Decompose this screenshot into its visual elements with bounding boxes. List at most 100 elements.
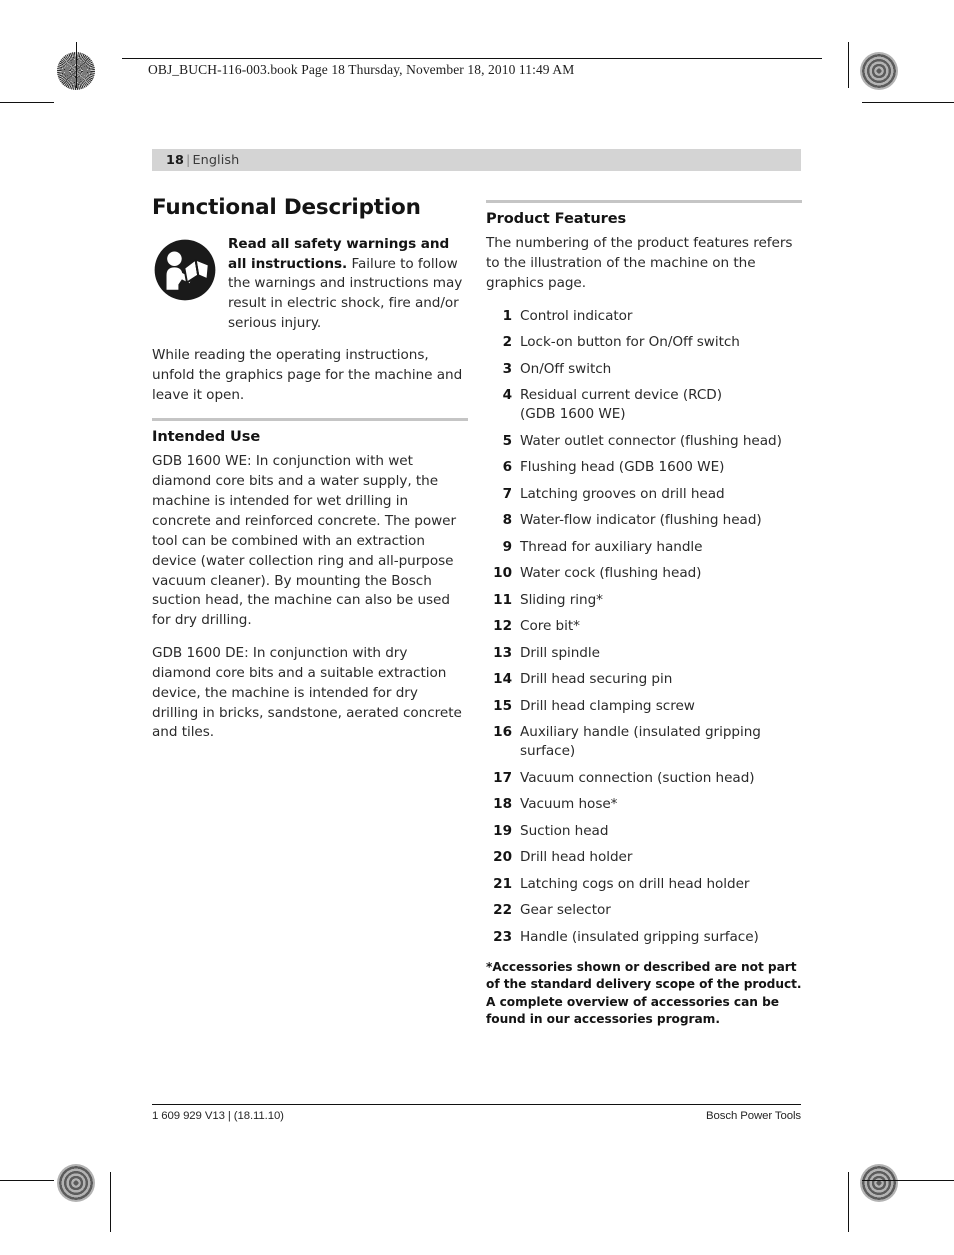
print-job-line: OBJ_BUCH-116-003.book Page 18 Thursday, … xyxy=(148,62,575,77)
left-column: Functional Description Read all safety w… xyxy=(152,195,468,743)
feature-number: 16 xyxy=(493,724,512,741)
product-features-heading: Product Features xyxy=(486,210,627,227)
feature-item: 21 Latching cogs on drill head holder xyxy=(486,875,802,894)
feature-item: 18 Vacuum hose* xyxy=(486,795,802,814)
feature-label: On/Off switch xyxy=(520,360,802,379)
feature-label-main: Suction head xyxy=(520,822,609,839)
feature-label: Sliding ring* xyxy=(520,591,802,610)
feature-item: 6 Flushing head (GDB 1600 WE) xyxy=(486,458,802,477)
feature-label-main: Drill head clamping screw xyxy=(520,697,695,714)
feature-number: 13 xyxy=(493,644,512,661)
feature-label-main: Drill head securing pin xyxy=(520,671,673,688)
feature-number: 3 xyxy=(502,360,512,377)
crop-mark-top-right xyxy=(806,49,850,93)
crop-line-upper-right-h xyxy=(862,102,954,104)
feature-label-main: Core bit* xyxy=(520,618,580,635)
crop-mark-bottom-right xyxy=(806,1162,850,1206)
registration-marks-layer xyxy=(0,0,954,1255)
feature-item: 10 Water cock (flushing head) xyxy=(486,564,802,583)
feature-item: 19 Suction head xyxy=(486,822,802,841)
read-manual-icon xyxy=(152,237,218,303)
feature-item: 8 Water-flow indicator (flushing head) xyxy=(486,511,802,530)
feature-item: 15 Drill head clamping screw xyxy=(486,697,802,716)
feature-label-main: Handle (insulated gripping surface) xyxy=(520,928,759,945)
footer-brand: Bosch Power Tools xyxy=(706,1110,801,1123)
feature-label: Thread for auxiliary handle xyxy=(520,538,802,557)
feature-number: 11 xyxy=(493,591,512,608)
footer-rule xyxy=(152,1104,801,1106)
feature-label-main: Water cock (flushing head) xyxy=(520,565,702,582)
feature-item: 14 Drill head securing pin xyxy=(486,670,802,689)
feature-number: 6 xyxy=(502,459,512,476)
footer-document-code: 1 609 929 V13 | (18.11.10) xyxy=(152,1110,284,1123)
feature-item: 11 Sliding ring* xyxy=(486,591,802,610)
feature-number: 5 xyxy=(502,432,512,449)
crop-mark-top-left xyxy=(103,49,147,93)
registration-star-bottom-left xyxy=(57,1164,95,1202)
feature-number: 22 xyxy=(493,902,512,919)
feature-label-sub: (GDB 1600 WE) xyxy=(520,406,626,423)
feature-item: 20 Drill head holder xyxy=(486,848,802,867)
feature-number: 18 xyxy=(493,796,512,813)
feature-label: Water-flow indicator (flushing head) xyxy=(520,511,802,530)
crop-mark-upper-left xyxy=(48,99,92,143)
feature-number: 20 xyxy=(493,849,512,866)
feature-label: Vacuum hose* xyxy=(520,795,802,814)
feature-label: Latching cogs on drill head holder xyxy=(520,875,802,894)
feature-label: Drill spindle xyxy=(520,644,802,663)
crop-mark-lower-left xyxy=(48,1110,92,1154)
registration-star-top-left xyxy=(57,52,95,90)
feature-number: 4 xyxy=(502,386,512,403)
unfold-graphics-paragraph: While reading the operating instructions… xyxy=(152,346,463,403)
intended-use-paragraph-we: GDB 1600 WE: In conjunction with wet dia… xyxy=(152,453,457,629)
feature-item: 23 Handle (insulated gripping surface) xyxy=(486,928,802,947)
feature-number: 21 xyxy=(493,875,512,892)
page-title: Functional Description xyxy=(152,195,421,220)
feature-label: Auxiliary handle (insulated gripping sur… xyxy=(520,723,802,762)
feature-label: Flushing head (GDB 1600 WE) xyxy=(520,458,802,477)
right-column: Product Features The numbering of the pr… xyxy=(486,200,802,1028)
feature-number: 7 xyxy=(502,485,512,502)
feature-number: 2 xyxy=(502,334,512,351)
feature-item: 2 Lock-on button for On/Off switch xyxy=(486,333,802,352)
feature-label: Vacuum connection (suction head) xyxy=(520,769,802,788)
feature-item: 9 Thread for auxiliary handle xyxy=(486,538,802,557)
feature-number: 10 xyxy=(493,565,512,582)
feature-number: 14 xyxy=(493,671,512,688)
feature-label: Residual current device (RCD) (GDB 1600 W… xyxy=(520,386,802,425)
safety-notice: Read all safety warnings and all instruc… xyxy=(152,235,468,334)
registration-star-top-right xyxy=(860,52,898,90)
safety-notice-text: Read all safety warnings and all instruc… xyxy=(228,235,468,334)
feature-label: Latching grooves on drill head xyxy=(520,485,802,504)
feature-number: 1 xyxy=(502,307,512,324)
feature-item: 1 Control indicator xyxy=(486,307,802,326)
crop-mark-bottom-center xyxy=(455,1162,499,1206)
crop-mark-bottom-left xyxy=(103,1162,147,1206)
feature-label-main: Lock-on button for On/Off switch xyxy=(520,334,740,351)
feature-label: Core bit* xyxy=(520,617,802,636)
feature-label-main: Latching grooves on drill head xyxy=(520,485,725,502)
feature-label-main: Drill head holder xyxy=(520,849,633,866)
crop-line-upper-left-h xyxy=(0,102,54,104)
feature-item: 5 Water outlet connector (flushing head) xyxy=(486,432,802,451)
print-job-rule xyxy=(122,58,822,59)
footer-row: 1 609 929 V13 | (18.11.10) Bosch Power T… xyxy=(152,1110,801,1122)
crop-line-lower-right-h xyxy=(862,1180,954,1182)
feature-label: Handle (insulated gripping surface) xyxy=(520,928,802,947)
feature-number: 23 xyxy=(493,928,512,945)
feature-label: Water cock (flushing head) xyxy=(520,564,802,583)
feature-label-main: Control indicator xyxy=(520,307,633,324)
feature-item: 7 Latching grooves on drill head xyxy=(486,485,802,504)
crop-line-top-right-v xyxy=(848,42,850,88)
feature-label-main: Latching cogs on drill head holder xyxy=(520,875,750,892)
feature-label-main: Sliding ring* xyxy=(520,591,603,608)
feature-number: 17 xyxy=(493,769,512,786)
intended-use-heading: Intended Use xyxy=(152,428,261,446)
registration-star-bottom-right xyxy=(860,1164,898,1202)
feature-label-main: Water-flow indicator (flushing head) xyxy=(520,512,762,529)
page-number: 18 xyxy=(166,152,185,168)
product-features-intro: The numbering of the product features re… xyxy=(486,235,793,291)
feature-item: 22 Gear selector xyxy=(486,901,802,920)
feature-label-main: Flushing head (GDB 1600 WE) xyxy=(520,459,725,476)
feature-item: 16 Auxiliary handle (insulated gripping s… xyxy=(486,723,802,762)
